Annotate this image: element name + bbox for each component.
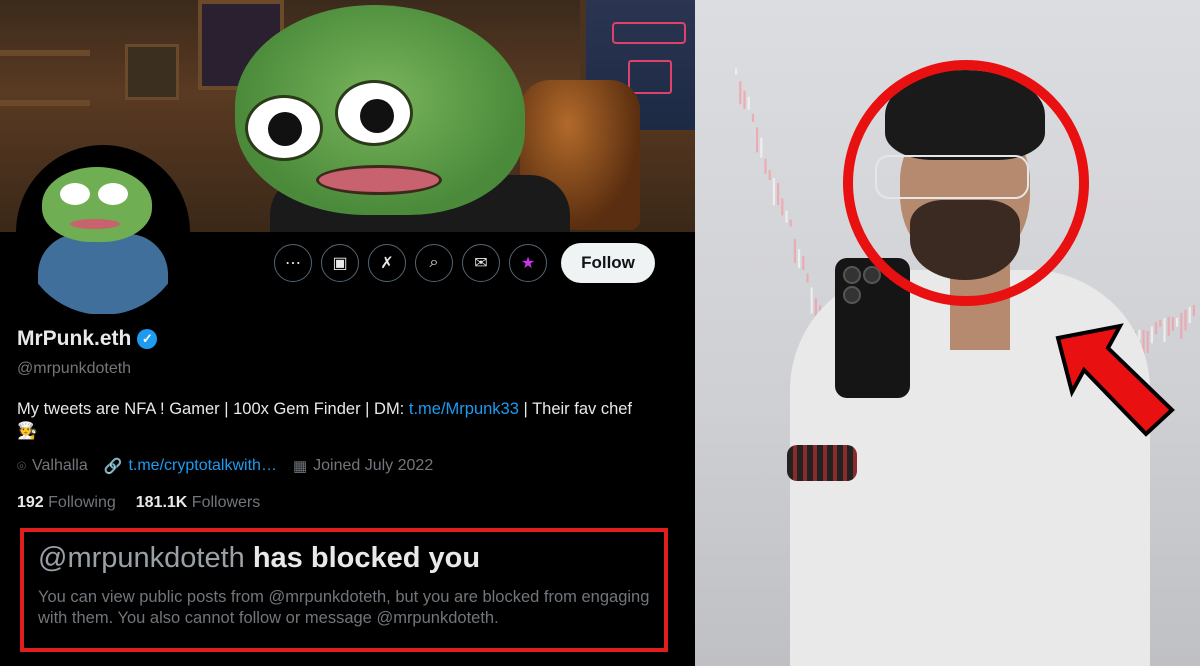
search-icon[interactable]: ⌕ bbox=[415, 244, 453, 282]
profile-meta: ⌾ Valhalla 🔗 t.me/cryptotalkwith… ▦ Join… bbox=[17, 457, 433, 475]
search-glyph: ⌕ bbox=[429, 254, 439, 271]
candle bbox=[743, 90, 746, 109]
banner-neon-sign bbox=[612, 22, 686, 44]
more-glyph: ⋯ bbox=[285, 255, 301, 272]
banner-shelf bbox=[0, 50, 90, 56]
follow-user-icon[interactable]: ★ bbox=[509, 244, 547, 282]
display-name: MrPunk.eth bbox=[17, 327, 132, 350]
candle bbox=[1192, 305, 1195, 317]
candle bbox=[756, 127, 759, 153]
candle bbox=[751, 113, 754, 122]
name-row: MrPunk.eth ✓ bbox=[17, 327, 158, 351]
subscribe-glyph: ▣ bbox=[332, 255, 348, 272]
profile-actions: ⋯ ▣ ✗ ⌕ ✉ ★ Follow bbox=[274, 243, 655, 283]
profile-bio: My tweets are NFA ! Gamer | 100x Gem Fin… bbox=[17, 398, 687, 442]
avatar-pepe-mouth bbox=[70, 219, 120, 229]
message-glyph: ✉ bbox=[474, 255, 488, 272]
candle bbox=[735, 68, 738, 75]
photo-panel bbox=[695, 0, 1200, 666]
bio-text: My tweets are NFA ! Gamer | 100x Gem Fin… bbox=[17, 400, 409, 418]
location-text: Valhalla bbox=[32, 457, 88, 474]
follow-user-glyph: ★ bbox=[520, 255, 536, 272]
candle bbox=[810, 287, 813, 314]
subscribe-icon[interactable]: ▣ bbox=[321, 244, 359, 282]
verified-badge-icon[interactable]: ✓ bbox=[137, 329, 158, 349]
banner-shelf bbox=[0, 100, 90, 106]
following-count: 192 bbox=[17, 494, 44, 511]
candle bbox=[739, 81, 742, 105]
candle bbox=[768, 170, 771, 181]
candle bbox=[798, 249, 801, 269]
more-icon[interactable]: ⋯ bbox=[274, 244, 312, 282]
blocked-title: @mrpunkdoteth has blocked you bbox=[38, 542, 650, 575]
grok-glyph: ✗ bbox=[380, 255, 394, 272]
pepe-mouth bbox=[316, 165, 442, 195]
website-link[interactable]: t.me/cryptotalkwith… bbox=[128, 457, 276, 475]
candle bbox=[760, 137, 763, 158]
candle bbox=[1184, 309, 1187, 331]
pepe-eye bbox=[335, 80, 413, 146]
profile-handle: @mrpunkdoteth bbox=[17, 360, 132, 377]
avatar-pepe-head bbox=[42, 167, 152, 242]
candle bbox=[747, 96, 750, 110]
candle bbox=[1188, 307, 1191, 324]
message-icon[interactable]: ✉ bbox=[462, 244, 500, 282]
banner-picture-frame bbox=[125, 44, 179, 100]
following-stat[interactable]: 192 Following bbox=[17, 494, 116, 512]
joined-item: ▦ Joined July 2022 bbox=[293, 457, 433, 475]
bracelet bbox=[787, 445, 857, 481]
followers-count: 181.1K bbox=[135, 494, 188, 511]
following-label: Following bbox=[48, 494, 116, 511]
location-item: ⌾ Valhalla bbox=[17, 457, 88, 475]
candle bbox=[764, 158, 767, 174]
candle bbox=[1180, 313, 1183, 340]
candle bbox=[777, 183, 780, 205]
avatar[interactable] bbox=[16, 145, 190, 319]
bio-link[interactable]: t.me/Mrpunk33 bbox=[409, 400, 519, 418]
red-arrow-icon bbox=[1055, 323, 1175, 437]
joined-text: Joined July 2022 bbox=[313, 457, 434, 474]
link-icon: 🔗 bbox=[103, 458, 123, 475]
blocked-notice: @mrpunkdoteth has blocked you You can vi… bbox=[20, 528, 668, 652]
profile-panel: ⋯ ▣ ✗ ⌕ ✉ ★ Follow MrPunk.eth ✓ @mrpunkd… bbox=[0, 0, 695, 666]
bio-suffix: | Their fav chef bbox=[518, 400, 633, 418]
profile-stats: 192 Following 181.1K Followers bbox=[17, 494, 260, 512]
highlight-circle bbox=[843, 60, 1089, 306]
candle bbox=[793, 239, 796, 264]
blocked-title-suffix: has blocked you bbox=[244, 542, 481, 574]
pepe-eye bbox=[245, 95, 323, 161]
calendar-icon: ▦ bbox=[292, 458, 308, 475]
candle bbox=[802, 255, 805, 270]
blocked-handle: @mrpunkdoteth bbox=[38, 542, 245, 574]
blocked-body: You can view public posts from @mrpunkdo… bbox=[38, 588, 650, 627]
candle bbox=[781, 198, 784, 216]
followers-stat[interactable]: 181.1K Followers bbox=[136, 494, 261, 512]
banner-neon-sign bbox=[628, 60, 672, 94]
website-item: 🔗 t.me/cryptotalkwith… bbox=[104, 457, 277, 475]
followers-label: Followers bbox=[191, 494, 261, 511]
grok-icon[interactable]: ✗ bbox=[368, 244, 406, 282]
candle bbox=[789, 219, 792, 227]
person-arm bbox=[790, 380, 885, 666]
avatar-pepe-eye bbox=[60, 183, 90, 205]
location-icon: ⌾ bbox=[17, 457, 27, 475]
avatar-pepe-eye bbox=[98, 183, 128, 205]
candle bbox=[772, 178, 775, 206]
bio-emoji: 🧑‍🍳 bbox=[17, 422, 38, 440]
candle bbox=[785, 210, 788, 223]
follow-button[interactable]: Follow bbox=[561, 243, 655, 283]
candle bbox=[806, 273, 809, 283]
avatar-pepe-body bbox=[38, 234, 168, 314]
